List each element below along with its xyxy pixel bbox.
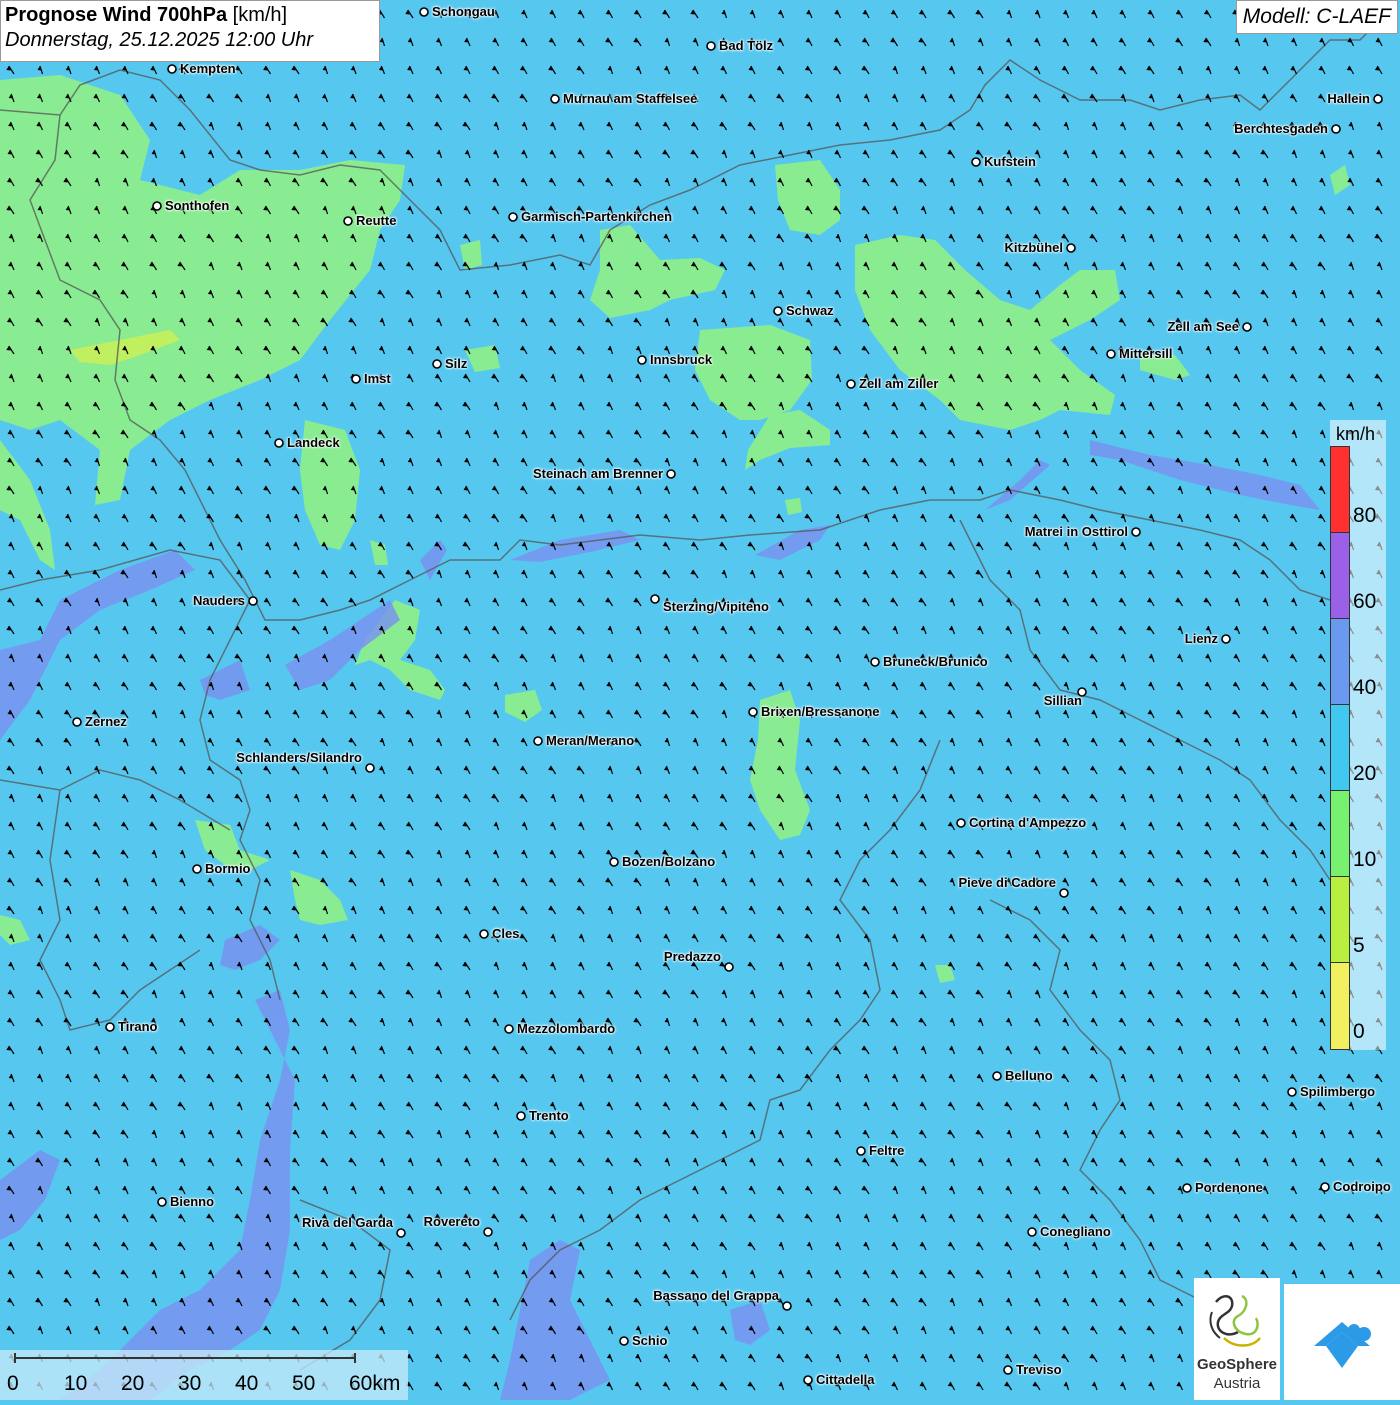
city-label: Zell am See [1167, 319, 1239, 334]
scale-label: 60km [349, 1372, 401, 1395]
city-label: Trento [529, 1108, 569, 1123]
map-title-box: Prognose Wind 700hPa [km/h] Donnerstag, … [0, 0, 380, 62]
weather-app-logo[interactable] [1284, 1284, 1400, 1400]
legend-segment [1331, 705, 1349, 791]
legend-tick-label: 80 [1353, 504, 1377, 527]
legend-segment [1331, 877, 1349, 963]
city-label: Riva del Garda [301, 1215, 393, 1230]
legend-tick-label: 0 [1353, 1020, 1365, 1043]
scale-label: 0 [7, 1372, 19, 1395]
scale-label: 10 [64, 1372, 88, 1395]
city-label: Zernez [85, 714, 127, 729]
city-label: Reutte [356, 213, 397, 228]
scale-bar: 0 10 20 30 40 50 60km [0, 1350, 408, 1400]
city-label: Pordenone [1195, 1180, 1263, 1195]
city-label: Silz [445, 356, 468, 371]
legend-segment [1331, 447, 1349, 533]
geosphere-logo: GeoSphere Austria [1194, 1278, 1280, 1400]
city-label: Garmisch-Partenkirchen [521, 209, 673, 224]
legend-tick-label: 5 [1353, 934, 1365, 957]
city-label: Schwaz [786, 303, 834, 318]
city-label: Conegliano [1040, 1224, 1111, 1239]
city-label: Zell am Ziller [859, 376, 939, 391]
logo-name-line2: Austria [1213, 1375, 1261, 1392]
scale-label: 50 [292, 1372, 316, 1395]
legend-color-bar [1330, 446, 1350, 1050]
city-label: Treviso [1016, 1362, 1062, 1377]
title-main: Prognose Wind 700hPa [5, 4, 228, 26]
legend-tick-label: 40 [1353, 676, 1377, 699]
scale-bar-ruler [14, 1353, 356, 1363]
city-label: Murnau am Staffelsee [563, 91, 698, 106]
city-label: Feltre [869, 1143, 905, 1158]
scale-label: 30 [178, 1372, 202, 1395]
city-label: Imst [364, 371, 391, 386]
city-label: Bienno [170, 1194, 215, 1209]
city-label: Steinach am Brenner [532, 466, 663, 481]
legend-tick-label: 20 [1353, 762, 1377, 785]
city-label: Sillian [1043, 693, 1082, 708]
city-label: Innsbruck [650, 352, 713, 367]
scale-label: 40 [235, 1372, 259, 1395]
city-label: Bad Tölz [719, 38, 774, 53]
city-label: Mezzolombardo [517, 1021, 616, 1036]
city-label: Cortina d'Ampezzo [969, 815, 1087, 830]
city-label: Matrei in Osttirol [1024, 524, 1128, 539]
city-label: Rovereto [423, 1214, 480, 1229]
city-label: Cittadella [816, 1372, 875, 1387]
city-label: Schio [632, 1333, 668, 1348]
legend-segment [1331, 963, 1349, 1049]
logo-name-line1: GeoSphere [1196, 1356, 1278, 1373]
weather-app-icon [1314, 1322, 1371, 1368]
legend-segment [1331, 619, 1349, 705]
city-label: Kitzbühel [1004, 240, 1064, 255]
city-label: Predazzo [663, 949, 721, 964]
city-label: Spilimbergo [1300, 1084, 1376, 1099]
color-legend: km/h 80 60 40 20 10 5 0 [1330, 420, 1386, 1050]
city-label: Landeck [287, 435, 340, 450]
legend-segment [1331, 533, 1349, 619]
city-label: Bruneck/Brunico [883, 654, 988, 669]
city-label: Belluno [1005, 1068, 1053, 1083]
city-label: Pieve di Cadore [958, 875, 1056, 890]
model-label: Modell: C-LAEF [1235, 0, 1398, 34]
map-title: Prognose Wind 700hPa [km/h] [5, 4, 375, 27]
city-label: Tirano [118, 1019, 158, 1034]
legend-segment [1331, 791, 1349, 877]
city-label: Mittersill [1119, 346, 1173, 361]
city-label: Hallein [1327, 91, 1370, 106]
city-label: Meran/Merano [546, 733, 635, 748]
city-label: Nauders [192, 593, 245, 608]
geosphere-logo-icon [1209, 1294, 1261, 1347]
city-label: Brixen/Bressanone [761, 704, 880, 719]
city-label: Schlanders/Silandro [236, 750, 362, 765]
legend-tick-label: 60 [1353, 590, 1377, 613]
title-unit: [km/h] [232, 4, 288, 26]
city-label: Sonthofen [165, 198, 230, 213]
city-label: Schongau [432, 4, 495, 19]
legend-unit: km/h [1336, 424, 1376, 444]
city-label: Sterzing/Vipiteno [663, 599, 769, 614]
city-label: Lienz [1184, 631, 1218, 646]
city-label: Berchtesgaden [1234, 121, 1328, 136]
legend-tick-label: 10 [1353, 848, 1377, 871]
scale-label: 20 [121, 1372, 145, 1395]
city-label: Kufstein [984, 154, 1036, 169]
forecast-datetime: Donnerstag, 25.12.2025 12:00 Uhr [5, 29, 313, 51]
city-label: Kempten [180, 61, 236, 76]
city-label: Bozen/Bolzano [622, 854, 716, 869]
city-label: Bormio [205, 861, 251, 876]
city-label: Bassano del Grappa [653, 1288, 779, 1303]
city-label: Cles [492, 926, 520, 941]
city-label: Codroipo [1333, 1179, 1391, 1194]
